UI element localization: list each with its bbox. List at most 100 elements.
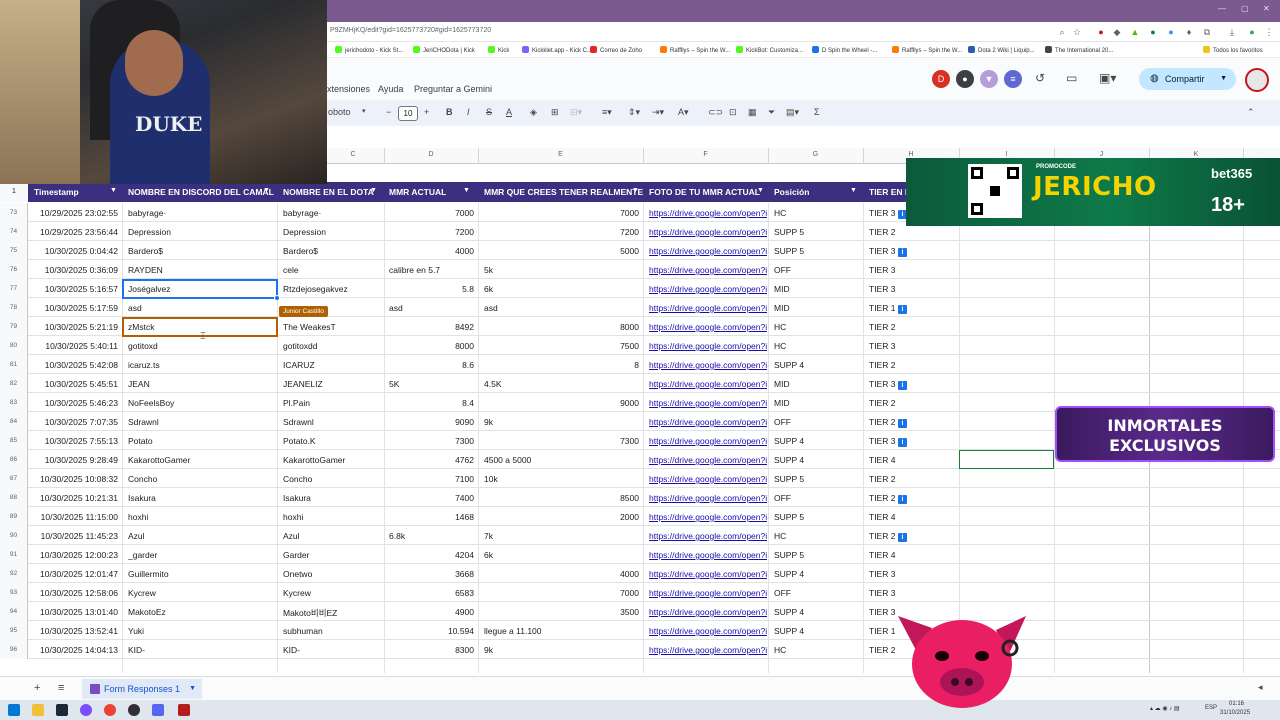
cell-dota-name[interactable]: KID- — [283, 645, 381, 655]
avatar[interactable]: ≡ — [1004, 70, 1022, 88]
cell-dota-name[interactable]: The WeakesT — [283, 322, 381, 332]
cell-tier[interactable]: TIER 3 — [869, 588, 909, 598]
row-number[interactable]: 92 — [0, 564, 28, 583]
cell-timestamp[interactable]: 10/30/2025 10:21:31 — [30, 493, 118, 503]
cell-discord-name[interactable]: Yuki — [128, 626, 274, 636]
align-icon[interactable]: ≡▾ — [602, 107, 612, 118]
column-header[interactable]: Timestamp — [34, 187, 79, 197]
cell-position[interactable]: SUPP 4 — [774, 455, 859, 465]
cell-mmr-actual[interactable]: 4762 — [389, 455, 474, 465]
cell-tier[interactable]: TIER 3 — [869, 341, 909, 351]
column-letter[interactable]: D — [384, 151, 478, 158]
cell-dota-name[interactable]: Concho — [283, 474, 381, 484]
filter-dropdown-icon[interactable]: ▼ — [263, 187, 270, 194]
language-indicator[interactable]: ESP — [1205, 705, 1217, 711]
menu-icon[interactable]: ⋮ — [1262, 25, 1276, 39]
cell-discord-name[interactable]: Depression — [128, 227, 274, 237]
cell-position[interactable]: SUPP 5 — [774, 246, 859, 256]
cell-mmr-photo-link[interactable]: https://drive.google.com/open?i — [649, 322, 767, 332]
cell-dota-name[interactable]: gotitoxdd — [283, 341, 381, 351]
cell-mmr-photo-link[interactable]: https://drive.google.com/open?i — [649, 417, 767, 427]
all-sheets-icon[interactable]: ≡ — [58, 682, 64, 694]
cell-discord-name[interactable]: NoFeelsBoy — [128, 398, 274, 408]
cell-mmr-real[interactable]: 4000 — [484, 569, 639, 579]
cell-timestamp[interactable]: 10/30/2025 5:42:08 — [30, 360, 118, 370]
cell-mmr-real[interactable]: 5000 — [484, 246, 639, 256]
cell-mmr-actual[interactable]: 1468 — [389, 512, 474, 522]
cell-timestamp[interactable]: 10/30/2025 13:01:40 — [30, 607, 118, 617]
comment-icon[interactable]: ▭ — [1066, 71, 1077, 85]
cell-discord-name[interactable]: Bardero$ — [128, 246, 274, 256]
functions-icon[interactable]: Σ — [814, 107, 820, 117]
row-number[interactable]: 95 — [0, 621, 28, 640]
row-number[interactable]: 91 — [0, 545, 28, 564]
cell-timestamp[interactable]: 10/30/2025 5:46:23 — [30, 398, 118, 408]
cell-discord-name[interactable]: hoxhi — [128, 512, 274, 522]
cell-position[interactable]: SUPP 5 — [774, 227, 859, 237]
cell-dota-name[interactable]: Bardero$ — [283, 246, 381, 256]
cell-timestamp[interactable]: 10/30/2025 10:08:32 — [30, 474, 118, 484]
cell-timestamp[interactable]: 10/29/2025 23:56:44 — [30, 227, 118, 237]
bookmark-item[interactable]: Dota 2 Wiki | Liquip... — [968, 46, 1035, 54]
tray-icons[interactable]: ▴ ☁ ◉ ♪ ▤ — [1150, 705, 1180, 712]
cell-discord-name[interactable]: Isakura — [128, 493, 274, 503]
cell-mmr-real[interactable]: asd — [484, 303, 639, 313]
cell-mmr-actual[interactable]: 8492 — [389, 322, 474, 332]
filter-dropdown-icon[interactable]: ▼ — [110, 187, 117, 194]
bookmark-item[interactable]: Raffllys – Spin the W... — [660, 46, 730, 54]
text-color-icon[interactable]: A — [506, 107, 512, 117]
cell-mmr-actual[interactable]: 7300 — [389, 436, 474, 446]
cell-mmr-actual[interactable]: 8000 — [389, 341, 474, 351]
cell-mmr-actual[interactable]: 9090 — [389, 417, 474, 427]
bookmark-item[interactable]: Kick — [488, 46, 509, 54]
cell-discord-name[interactable]: JEAN — [128, 379, 274, 389]
cell-discord-name[interactable]: KID- — [128, 645, 274, 655]
cell-mmr-real[interactable]: 4.5K — [484, 379, 639, 389]
cell-dota-name[interactable]: subhuman — [283, 626, 381, 636]
cell-dota-name[interactable]: ICARUZ — [283, 360, 381, 370]
rotate-icon[interactable]: A▾ — [678, 107, 689, 118]
cell-dota-name[interactable]: Garder — [283, 550, 381, 560]
cell-mmr-real[interactable]: 7500 — [484, 341, 639, 351]
font-size-input[interactable]: 10 — [398, 106, 418, 121]
cell-timestamp[interactable]: 10/30/2025 0:36:09 — [30, 265, 118, 275]
cell-timestamp[interactable]: 10/30/2025 5:21:19 — [30, 322, 118, 332]
cell-mmr-photo-link[interactable]: https://drive.google.com/open?i — [649, 455, 767, 465]
column-letter[interactable]: G — [768, 151, 863, 158]
cell-position[interactable]: SUPP 4 — [774, 436, 859, 446]
column-letter[interactable]: J — [1054, 151, 1149, 158]
column-header[interactable]: MMR ACTUAL — [389, 187, 446, 197]
active-cell-selection[interactable] — [122, 279, 280, 301]
cell-tier[interactable]: TIER 4 — [869, 512, 909, 522]
cell-mmr-actual[interactable]: 7000 — [389, 208, 474, 218]
windows-icon[interactable] — [8, 704, 20, 716]
info-icon[interactable]: i — [895, 303, 907, 314]
extension-icon[interactable]: ▲ — [1128, 25, 1142, 39]
collapse-icon[interactable]: ⌃ — [1247, 107, 1255, 118]
add-sheet-icon[interactable]: + — [34, 682, 40, 694]
cell-mmr-real[interactable]: 7000 — [484, 588, 639, 598]
share-button[interactable]: ◍ Compartir ▼ — [1139, 68, 1236, 90]
bookmark-item[interactable]: jerichodoto - Kick St... — [335, 46, 403, 54]
cell-position[interactable]: OFF — [774, 588, 859, 598]
cell-mmr-photo-link[interactable]: https://drive.google.com/open?i — [649, 227, 767, 237]
chevron-down-icon[interactable]: ▼ — [1220, 68, 1227, 90]
steam-icon[interactable] — [56, 704, 68, 716]
cell-mmr-real[interactable]: 9000 — [484, 398, 639, 408]
cell-tier[interactable]: TIER 3 — [869, 265, 909, 275]
cell-discord-name[interactable]: Potato — [128, 436, 274, 446]
filter-dropdown-icon[interactable]: ▼ — [632, 187, 639, 194]
cell-position[interactable]: OFF — [774, 493, 859, 503]
cell-mmr-actual[interactable]: 8300 — [389, 645, 474, 655]
cell-discord-name[interactable]: KakarottoGamer — [128, 455, 274, 465]
cell-timestamp[interactable]: 10/30/2025 5:16:57 — [30, 284, 118, 294]
bookmark-item[interactable]: Kickklet.app - Kick C... — [522, 46, 592, 54]
link-icon[interactable]: ⊂⊃ — [708, 107, 723, 118]
cell-timestamp[interactable]: 10/30/2025 0:04:42 — [30, 246, 118, 256]
app-icon[interactable] — [80, 704, 92, 716]
dota-icon[interactable] — [178, 704, 190, 716]
bold-icon[interactable]: B — [446, 107, 453, 117]
cell-tier[interactable]: TIER 3 — [869, 569, 909, 579]
italic-icon[interactable]: I — [467, 107, 470, 117]
cell-dota-name[interactable]: cele — [283, 265, 381, 275]
